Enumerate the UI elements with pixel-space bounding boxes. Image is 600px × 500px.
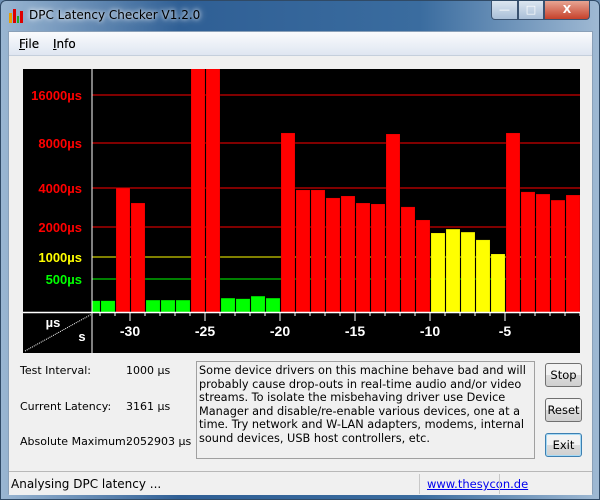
menu-info-accelerator: Info	[53, 37, 76, 51]
latency-bar	[340, 195, 356, 312]
latency-bar	[475, 239, 491, 312]
y-tick-label: 500µs	[46, 272, 82, 287]
latency-bar	[220, 297, 236, 312]
menu-file-accelerator: File	[19, 37, 40, 51]
app-window: DPC Latency Checker V1.2.0 — □ X File Fi…	[0, 0, 600, 500]
latency-bar	[100, 300, 116, 312]
website-link[interactable]: www.thesycon.de	[427, 477, 528, 491]
latency-bar	[535, 193, 551, 312]
latency-bar	[190, 69, 206, 312]
absolute-maximum-value: 2052903 µs	[126, 435, 192, 448]
latency-bar	[430, 232, 446, 312]
latency-bar	[250, 295, 266, 312]
test-interval-value: 1000 µs	[126, 364, 171, 377]
y-tick-label: 4000µs	[38, 181, 82, 196]
minimize-button[interactable]: —	[491, 1, 518, 20]
latency-bar	[145, 299, 161, 312]
latency-bar	[325, 197, 341, 312]
x-tick-label: -15	[345, 323, 365, 339]
y-unit-label: µs	[46, 315, 61, 330]
status-text: Analysing DPC latency ...	[11, 477, 162, 491]
latency-bar	[400, 206, 416, 312]
y-tick-label: 8000µs	[38, 136, 82, 151]
exit-button[interactable]: Exit	[545, 433, 582, 457]
app-bar-chart-icon	[9, 9, 23, 23]
window-title: DPC Latency Checker V1.2.0	[29, 8, 201, 22]
stop-button[interactable]: Stop	[545, 363, 582, 387]
test-interval-label: Test Interval:	[20, 364, 91, 377]
latency-bar	[115, 187, 131, 312]
latency-bar	[235, 298, 251, 312]
latency-bar	[280, 132, 296, 312]
y-tick-label: 2000µs	[38, 220, 82, 235]
maximize-button[interactable]: □	[518, 1, 544, 20]
latency-bar	[550, 199, 566, 312]
latency-bar	[355, 202, 371, 312]
x-tick-label: -25	[195, 323, 215, 339]
close-button[interactable]: X	[544, 1, 590, 20]
latency-bar	[265, 297, 281, 312]
status-bar: Analysing DPC latency ... www.thesycon.d…	[9, 471, 592, 495]
latency-bar	[415, 219, 431, 312]
menu-info[interactable]: Info Info	[53, 37, 76, 51]
client-area: File File Info Info 16000µs 8000µs 4000µs 2…	[8, 31, 593, 495]
status-divider	[499, 474, 500, 494]
latency-bar	[295, 189, 311, 312]
menu-bar: File File Info Info	[9, 32, 592, 56]
menu-file[interactable]: File File	[19, 37, 39, 51]
x-tick-label: -30	[120, 323, 140, 339]
current-latency-label: Current Latency:	[20, 400, 112, 413]
absolute-maximum-label: Absolute Maximum:	[20, 435, 130, 448]
current-latency-value: 3161 µs	[126, 400, 171, 413]
y-tick-label: 16000µs	[31, 88, 82, 103]
x-tick-label: -5	[499, 323, 512, 339]
latency-bar	[445, 228, 461, 312]
latency-bar	[565, 194, 580, 312]
latency-bar	[370, 203, 386, 312]
latency-bar	[130, 202, 146, 312]
latency-bar	[460, 231, 476, 312]
latency-bar	[160, 299, 176, 312]
x-tick-label: -10	[420, 323, 440, 339]
reset-button[interactable]: Reset	[545, 398, 582, 422]
x-tick-label: -20	[270, 323, 290, 339]
latency-bar	[490, 253, 506, 312]
info-text: Some device drivers on this machine beha…	[196, 361, 535, 459]
latency-bar	[175, 299, 191, 312]
latency-bar	[310, 189, 326, 312]
latency-bar	[205, 69, 221, 312]
x-unit-label: s	[78, 329, 85, 344]
status-divider	[419, 474, 420, 494]
latency-bar	[505, 132, 521, 312]
latency-bar	[385, 133, 401, 312]
y-tick-label: 1000µs	[38, 250, 82, 265]
latency-chart: 16000µs 8000µs 4000µs 2000µs 1000µs 500µs -30 -…	[23, 69, 580, 353]
latency-bar	[520, 191, 536, 312]
